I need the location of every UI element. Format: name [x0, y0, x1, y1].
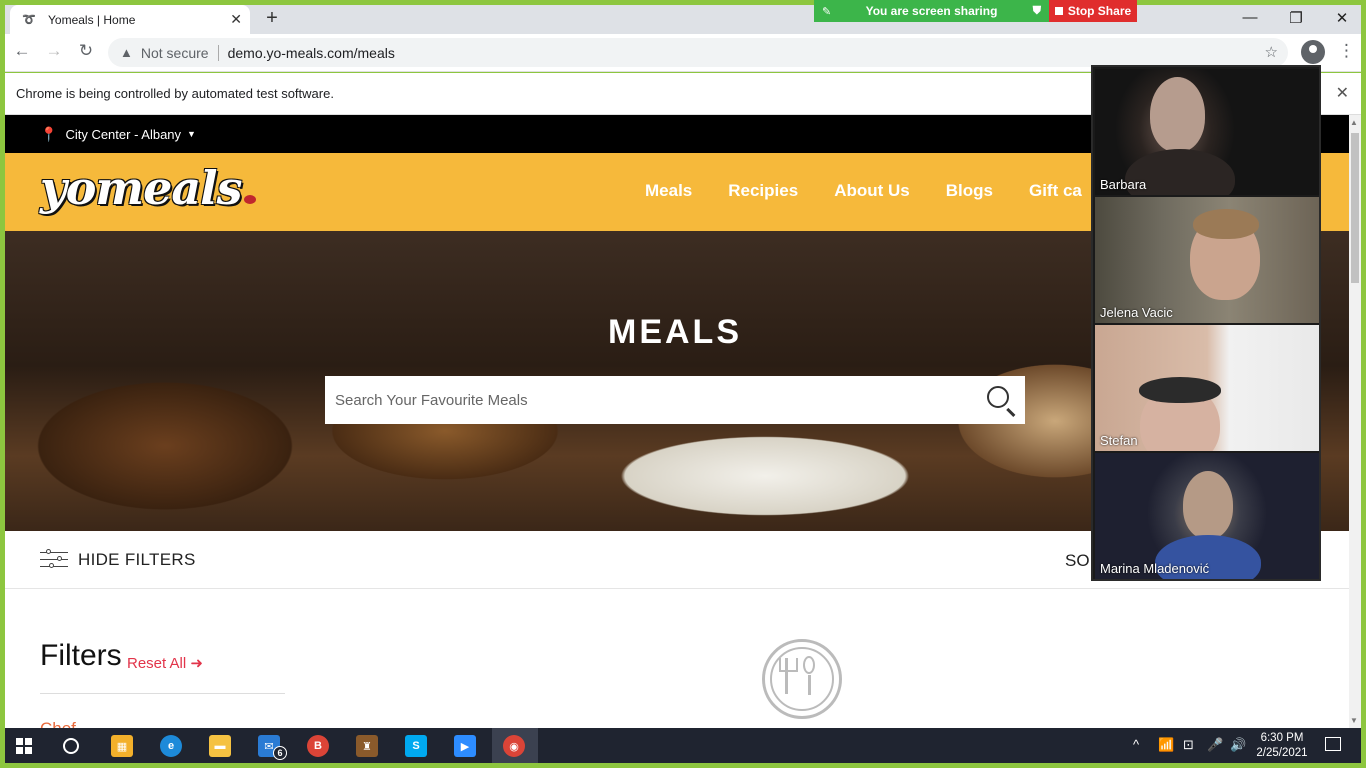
filters-divider: [40, 693, 285, 694]
close-window-button[interactable]: ✕: [1327, 9, 1357, 27]
page-scrollbar[interactable]: ▲ ▼: [1349, 115, 1361, 728]
automation-notice-text: Chrome is being controlled by automated …: [16, 86, 334, 101]
clock-time: 6:30 PM: [1260, 732, 1304, 744]
logo-text: yomeals: [40, 161, 243, 215]
search-icon[interactable]: [987, 386, 1009, 408]
wifi-icon[interactable]: 📶: [1158, 737, 1174, 753]
participant-name: Stefan: [1100, 433, 1138, 448]
nav-item-blogs[interactable]: Blogs: [946, 181, 993, 201]
browser-tab-strip: ➰ Yomeals | Home ✕ + — ❐ ✕: [5, 5, 1361, 34]
video-tile[interactable]: Marina Mladenović: [1095, 453, 1319, 579]
system-clock[interactable]: 6:30 PM 2/25/2021: [1250, 731, 1314, 761]
file-explorer-icon[interactable]: ▬: [209, 735, 231, 757]
chevron-down-icon[interactable]: ▼: [187, 129, 196, 139]
notification-center-icon[interactable]: [1325, 737, 1341, 751]
nav-item-recipies[interactable]: Recipies: [728, 181, 798, 201]
sort-dropdown[interactable]: SO: [1065, 551, 1090, 571]
cortana-search-icon[interactable]: [60, 735, 82, 757]
scroll-down-icon[interactable]: ▼: [1350, 716, 1358, 725]
browser-menu-icon[interactable]: ⋮: [1338, 41, 1355, 61]
stop-share-label: Stop Share: [1067, 4, 1132, 18]
reload-icon[interactable]: ↻: [74, 41, 98, 61]
warning-triangle-icon[interactable]: ▲: [120, 45, 133, 60]
microphone-icon[interactable]: 🎤: [1207, 737, 1223, 753]
hide-filters-button[interactable]: HIDE FILTERS: [78, 550, 196, 570]
participant-name: Barbara: [1100, 177, 1147, 192]
minimize-window-button[interactable]: —: [1235, 9, 1265, 26]
close-tab-icon[interactable]: ✕: [230, 11, 242, 28]
scrollbar-thumb[interactable]: [1351, 133, 1359, 283]
store-icon[interactable]: ▦: [111, 735, 133, 757]
forward-arrow-icon[interactable]: →: [42, 41, 66, 61]
network-icon[interactable]: ⊡: [1183, 737, 1194, 753]
location-pin-icon: 📍: [40, 125, 58, 142]
nav-item-gift-cards[interactable]: Gift ca: [1029, 181, 1082, 201]
profile-avatar-icon[interactable]: [1301, 40, 1325, 64]
omnibox[interactable]: ▲ Not secure demo.yo-meals.com/meals ☆: [108, 38, 1288, 67]
sliders-icon[interactable]: [40, 548, 68, 571]
tab-title: Yomeals | Home: [48, 12, 136, 27]
chevron-up-icon[interactable]: ^: [1133, 737, 1139, 752]
nav-item-meals[interactable]: Meals: [645, 181, 692, 201]
participant-name: Marina Mladenović: [1100, 561, 1210, 576]
new-tab-button[interactable]: +: [260, 7, 284, 30]
url-text[interactable]: demo.yo-meals.com/meals: [228, 45, 395, 61]
meal-search-box: [325, 376, 1025, 424]
volume-icon[interactable]: 🔊: [1230, 737, 1246, 753]
plate-fork-spoon-icon: [762, 639, 842, 719]
filters-heading: Filters: [40, 639, 122, 672]
video-call-panel[interactable]: Barbara Jelena Vacic Stefan Marina Mlade…: [1091, 65, 1321, 581]
chrome-icon[interactable]: ◉: [503, 735, 525, 757]
yomeals-logo[interactable]: yomeals: [40, 161, 256, 215]
screen-share-message: ✎ You are screen sharing ⛊: [814, 0, 1049, 22]
yomeals-favicon-icon: ➰: [22, 14, 36, 26]
game-app-icon[interactable]: ♜: [356, 735, 378, 757]
stop-share-button[interactable]: Stop Share: [1049, 0, 1137, 22]
search-input[interactable]: [335, 391, 955, 409]
video-tile[interactable]: Stefan: [1095, 325, 1319, 451]
video-tile[interactable]: Jelena Vacic: [1095, 197, 1319, 323]
zoom-icon[interactable]: ▶: [454, 735, 476, 757]
annotate-pen-icon[interactable]: ✎: [822, 5, 831, 18]
bookmark-star-icon[interactable]: ☆: [1265, 43, 1278, 61]
logo-dot-icon: [243, 195, 256, 204]
security-label[interactable]: Not secure: [141, 45, 209, 61]
video-tile[interactable]: Barbara: [1095, 69, 1319, 195]
screen-share-bar: ✎ You are screen sharing ⛊ Stop Share: [814, 0, 1137, 22]
participant-name: Jelena Vacic: [1100, 305, 1173, 320]
location-selector[interactable]: City Center - Albany: [65, 127, 181, 142]
filter-group-chef[interactable]: Chef: [40, 719, 76, 728]
back-arrow-icon[interactable]: ←: [10, 41, 34, 61]
screen-share-text: You are screen sharing: [865, 4, 998, 18]
omnibox-separator: [217, 44, 219, 61]
browser-tab-active[interactable]: ➰ Yomeals | Home ✕: [10, 5, 250, 34]
clock-date: 2/25/2021: [1256, 747, 1308, 759]
skype-icon[interactable]: S: [405, 735, 427, 757]
chrome-profile-icon[interactable]: B: [307, 735, 329, 757]
edge-icon[interactable]: e: [160, 735, 182, 757]
mail-badge: 6: [273, 746, 287, 760]
scroll-up-icon[interactable]: ▲: [1350, 118, 1358, 127]
windows-taskbar: ▦ e ▬ ✉ 6 B ♜ S ▶ ◉ ^ 📶 ⊡ 🎤 🔊 6:30 PM 2/…: [5, 728, 1361, 763]
shield-icon: ⛊: [1032, 4, 1041, 17]
nav-item-about-us[interactable]: About Us: [834, 181, 910, 201]
reset-all-link[interactable]: Reset All ➜: [127, 654, 203, 672]
restore-window-button[interactable]: ❐: [1281, 9, 1311, 27]
stop-square-icon: [1054, 7, 1063, 15]
main-nav: Meals Recipies About Us Blogs Gift ca: [645, 181, 1082, 201]
close-infobar-icon[interactable]: ✕: [1336, 83, 1349, 103]
windows-start-icon[interactable]: [13, 735, 35, 757]
